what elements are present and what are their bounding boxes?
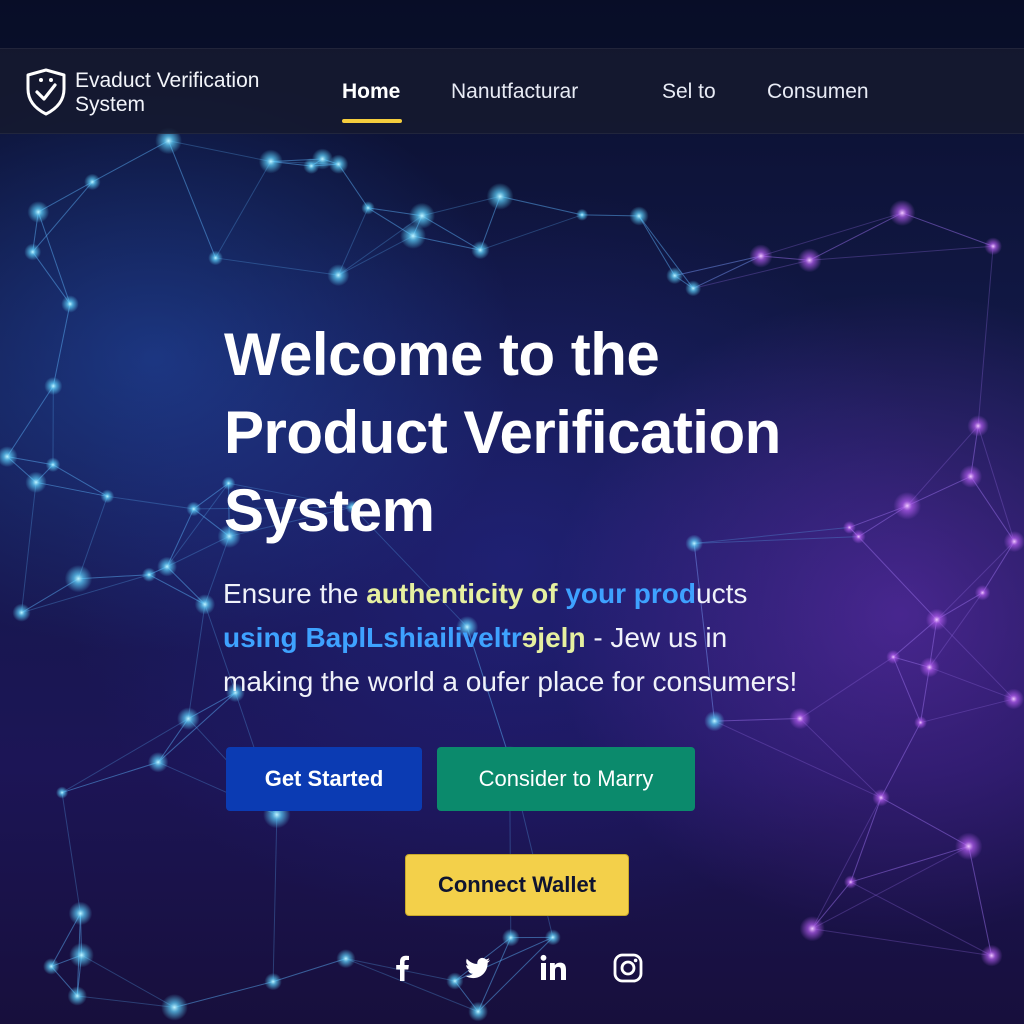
subtitle-text: Ensure the bbox=[223, 578, 367, 609]
linkedin-icon[interactable] bbox=[536, 950, 572, 986]
hero-title-line3: System bbox=[224, 477, 435, 544]
facebook-icon[interactable] bbox=[384, 950, 420, 986]
subtitle-highlight-yellow: ɘjelɲ bbox=[521, 622, 586, 653]
nav-seller[interactable]: Sel to bbox=[662, 80, 716, 104]
hero-subtitle-line2: using BaplLshiailiveltrɘjelɲ - Jew us in bbox=[223, 616, 943, 660]
navbar: Evaduct Verification System Home Nanutfa… bbox=[0, 48, 1024, 134]
twitter-icon[interactable] bbox=[459, 950, 495, 986]
brand-name-line2: System bbox=[75, 93, 146, 116]
hero-title-line1: Welcome to the bbox=[224, 321, 660, 388]
get-started-button[interactable]: Get Started bbox=[226, 747, 422, 811]
subtitle-text: - Jew us in bbox=[585, 622, 728, 653]
instagram-icon[interactable] bbox=[610, 950, 646, 986]
nav-active-indicator bbox=[342, 119, 402, 123]
consider-to-marry-button[interactable]: Consider to Marry bbox=[437, 747, 695, 811]
brand-name-line1: Evaduct Verification bbox=[75, 69, 260, 92]
subtitle-highlight-yellow: authenticity of bbox=[366, 578, 558, 609]
shield-check-icon[interactable] bbox=[24, 67, 68, 117]
hero-subtitle-line1: Ensure the authenticity of your products bbox=[223, 572, 943, 616]
subtitle-text: ucts bbox=[696, 578, 748, 609]
nav-home[interactable]: Home bbox=[342, 80, 400, 104]
subtitle-highlight-blue: using BaplLshiailiveltr bbox=[223, 622, 522, 653]
connect-wallet-button[interactable]: Connect Wallet bbox=[405, 854, 629, 916]
hero-title-line2: Product Verification bbox=[224, 399, 781, 466]
hero-subtitle: Ensure the authenticity of your products… bbox=[223, 572, 943, 704]
nav-manufacturer[interactable]: Nanutfacturar bbox=[451, 80, 578, 104]
brand-name[interactable]: Evaduct Verification System bbox=[75, 69, 315, 117]
hero-title: Welcome to the Product Verification Syst… bbox=[224, 316, 924, 550]
top-strip bbox=[0, 0, 1024, 48]
hero-subtitle-line3: making the world a oufer place for consu… bbox=[223, 666, 798, 697]
nav-consumer[interactable]: Consumen bbox=[767, 80, 869, 104]
subtitle-highlight-blue: your prod bbox=[557, 578, 696, 609]
